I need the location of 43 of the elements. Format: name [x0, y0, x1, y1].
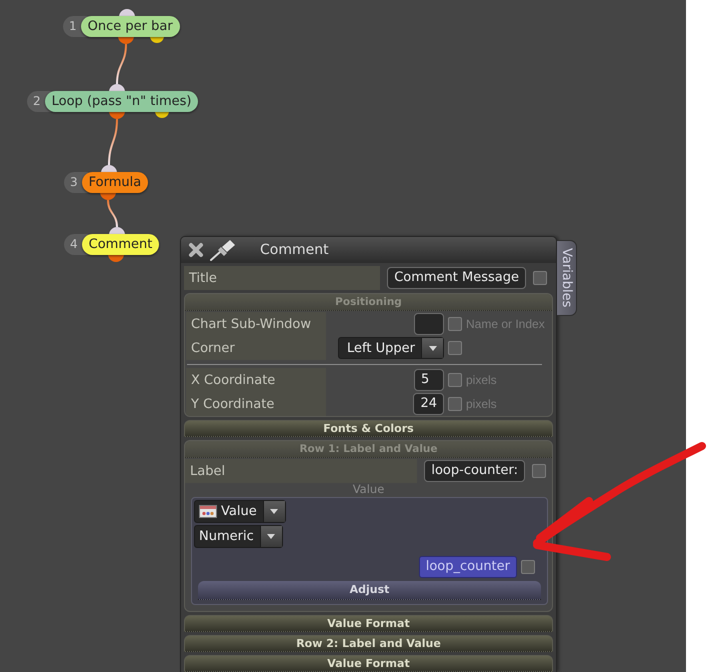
variable-field[interactable]: loop_counter — [418, 556, 517, 578]
dropdown[interactable]: Value — [194, 500, 286, 523]
checkbox[interactable] — [532, 464, 546, 478]
section-header[interactable]: Value Format — [184, 655, 553, 672]
input-field[interactable] — [414, 313, 444, 335]
checkbox[interactable] — [448, 397, 462, 411]
text-field[interactable]: loop-counter: — [424, 460, 525, 482]
field-label: Chart Sub-Window — [186, 312, 326, 336]
caret-icon — [428, 346, 436, 350]
node-label[interactable]: Loop (pass "n" times) — [44, 91, 198, 112]
node-label[interactable]: Formula — [82, 172, 148, 193]
input-field[interactable]: 24 — [413, 393, 444, 415]
field-label: Y Coordinate — [186, 392, 326, 416]
group-heading: Value — [352, 483, 386, 496]
field-label: X Coordinate — [186, 368, 326, 392]
node-label[interactable]: Comment — [82, 234, 160, 255]
checkbox[interactable] — [448, 317, 462, 331]
connector-line — [108, 118, 118, 166]
checkbox[interactable] — [521, 560, 535, 574]
section-header[interactable]: Row 2: Label and Value — [184, 635, 553, 652]
connector-line — [107, 200, 118, 228]
field-label: Corner — [186, 336, 326, 360]
section-header[interactable]: Adjust — [198, 581, 541, 600]
dropdown[interactable]: Left Upper — [338, 337, 444, 359]
pin-icon[interactable] — [210, 240, 236, 260]
input-field[interactable]: 5 — [414, 369, 444, 391]
section-header[interactable]: Value Format — [184, 615, 553, 632]
text-field[interactable]: Comment Message — [387, 267, 526, 289]
close-icon[interactable] — [188, 242, 204, 258]
caret-icon — [267, 534, 276, 539]
checkbox[interactable] — [448, 341, 462, 355]
caret-icon — [270, 509, 278, 514]
window-icon — [199, 505, 217, 518]
field-label: Label — [185, 459, 418, 483]
connector-line — [116, 44, 127, 84]
checkbox[interactable] — [533, 271, 547, 285]
dialog-title: Comment — [260, 242, 329, 258]
node-label[interactable]: Once per bar — [80, 16, 180, 37]
dropdown[interactable]: Numeric — [194, 525, 283, 548]
section-header[interactable]: Fonts & Colors — [184, 420, 553, 437]
variables-tab[interactable]: Variables — [557, 240, 577, 316]
field-label: Title — [184, 266, 380, 290]
checkbox[interactable] — [448, 373, 462, 387]
